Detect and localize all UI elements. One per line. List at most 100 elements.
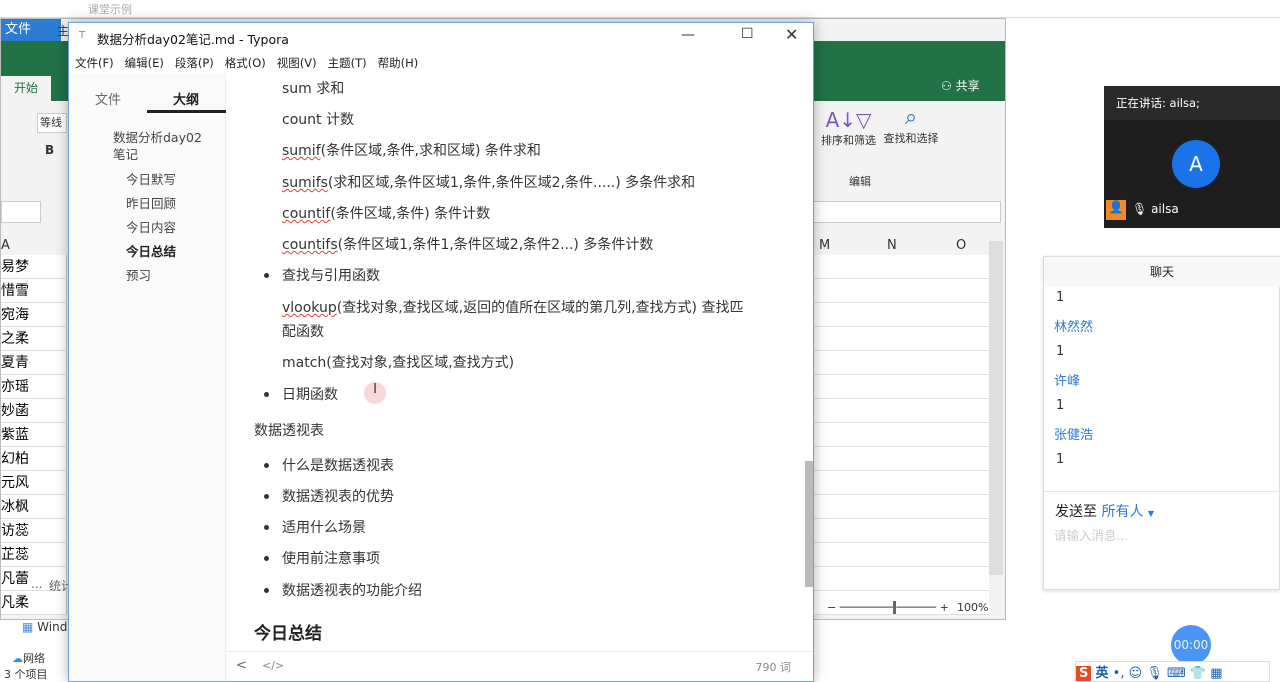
grid-row[interactable]	[813, 303, 989, 327]
grid-row[interactable]	[813, 279, 989, 303]
text-line: countifs(条件区域1,条件1,条件区域2,条件2...) 多条件计数	[282, 237, 654, 253]
list-item: 数据透视表的功能介绍	[282, 583, 422, 599]
minimize-button[interactable]: —	[681, 27, 695, 43]
chat-sender[interactable]: 林然然	[1054, 316, 1093, 335]
grid-row[interactable]	[813, 519, 989, 543]
grid-row[interactable]	[813, 567, 989, 591]
menu-paragraph[interactable]: 段落(P)	[175, 56, 214, 70]
cell[interactable]: 冰枫	[1, 495, 67, 519]
formula-bar[interactable]	[813, 201, 1001, 223]
zoom-slider[interactable]: − ────────|────── +	[827, 601, 949, 614]
emoji-icon[interactable]: ☺	[1129, 666, 1143, 681]
close-button[interactable]: ✕	[785, 25, 798, 44]
sort-filter-button[interactable]: A↓▽ 排序和筛选	[821, 108, 876, 148]
menu-theme[interactable]: 主题(T)	[328, 56, 367, 70]
cell[interactable]: 宛海	[1, 303, 67, 327]
toggle-sidebar-icon[interactable]: <	[236, 658, 247, 673]
chat-panel: 聊天 1 林然然 1 许峰 1 张健浩 1 发送至 所有人 ▼ 请输入消息...	[1043, 256, 1280, 590]
cell[interactable]: 易梦	[1, 255, 67, 279]
maximize-button[interactable]: ☐	[741, 26, 754, 42]
chat-message: 1	[1056, 290, 1065, 305]
heading: 今日总结	[254, 624, 322, 644]
grid-row[interactable]	[813, 375, 989, 399]
cell[interactable]: 紫蓝	[1, 423, 67, 447]
zoom-level[interactable]: 100%	[957, 601, 988, 614]
cell[interactable]: 亦瑶	[1, 375, 67, 399]
grid-row[interactable]	[813, 399, 989, 423]
divider	[1044, 491, 1280, 492]
chat-input[interactable]: 请输入消息...	[1054, 525, 1128, 544]
grid-row[interactable]	[813, 495, 989, 519]
name-box[interactable]	[1, 201, 41, 223]
cell[interactable]: 惜雪	[1, 279, 67, 303]
drive-icon: ▦	[22, 620, 34, 634]
outline-item[interactable]: 预习	[126, 265, 151, 284]
cell[interactable]: 芷蕊	[1, 543, 67, 567]
tab-outline[interactable]: 大纲	[173, 89, 199, 108]
sheet-more-button[interactable]: ...	[31, 577, 42, 591]
font-name-box[interactable]: 等线	[37, 113, 67, 133]
menu-edit[interactable]: 编辑(E)	[125, 56, 164, 70]
cell[interactable]: 访蕊	[1, 519, 67, 543]
text-cursor-icon: I	[364, 382, 386, 404]
menu-help[interactable]: 帮助(H)	[378, 56, 419, 70]
ime-mode[interactable]: 英	[1096, 666, 1109, 681]
text-line: countif(条件区域,条件) 条件计数	[282, 206, 491, 222]
avatar: A	[1172, 140, 1220, 188]
outline-item[interactable]: 今日内容	[126, 217, 176, 236]
cell[interactable]: 之柔	[1, 327, 67, 351]
active-tab-indicator	[147, 110, 226, 113]
grid-row[interactable]	[813, 351, 989, 375]
grid-row[interactable]	[813, 327, 989, 351]
nav-item-network[interactable]: ☁网络	[12, 650, 45, 666]
grid-row[interactable]	[813, 543, 989, 567]
column-header-m[interactable]: M	[819, 238, 830, 253]
text-line: sum 求和	[282, 81, 345, 97]
text-line: match(查找对象,查找区域,查找方式)	[282, 355, 515, 371]
menu-format[interactable]: 格式(O)	[225, 56, 266, 70]
tab-files[interactable]: 文件	[95, 89, 121, 108]
outline-item[interactable]: 数据分析day02笔记	[113, 129, 213, 163]
find-select-button[interactable]: ⌕ 查找和选择	[881, 105, 941, 146]
toolbox-icon[interactable]: ▦	[1210, 666, 1222, 681]
menu-view[interactable]: 视图(V)	[277, 56, 317, 70]
cell[interactable]: 幻柏	[1, 447, 67, 471]
network-icon: ☁	[12, 652, 23, 665]
cell[interactable]: 夏青	[1, 351, 67, 375]
group-label-editing: 编辑	[849, 175, 871, 188]
cell[interactable]: 凡柔	[1, 591, 67, 615]
chat-sender[interactable]: 张健浩	[1054, 424, 1093, 443]
punctuation-icon[interactable]: •,	[1113, 666, 1125, 681]
grid-row[interactable]	[813, 447, 989, 471]
outline-item-active[interactable]: 今日总结	[126, 241, 176, 260]
cell[interactable]: 元风	[1, 471, 67, 495]
column-header-a[interactable]: A	[1, 238, 10, 253]
send-to-dropdown[interactable]: 所有人 ▼	[1101, 504, 1154, 520]
skin-icon[interactable]: 👕	[1190, 666, 1206, 681]
editor-scrollbar[interactable]	[805, 461, 813, 587]
paragraph: 数据透视表	[254, 423, 324, 439]
nav-item-windows[interactable]: ▦ Wind	[22, 620, 67, 634]
chat-sender[interactable]: 许峰	[1054, 370, 1080, 389]
column-header-n[interactable]: N	[887, 238, 897, 253]
grid-row[interactable]	[813, 471, 989, 495]
text-line: vlookup(查找对象,查找区域,返回的值所在区域的第几列,查找方式) 查找匹	[282, 300, 744, 316]
source-code-icon[interactable]: </>	[262, 659, 284, 672]
outline-item[interactable]: 今日默写	[126, 169, 176, 188]
share-button[interactable]: ⚇ 共享	[941, 77, 980, 94]
microphone-icon[interactable]: 🎙	[1146, 666, 1163, 681]
outline-item[interactable]: 昨日回顾	[126, 193, 176, 212]
meeting-timer[interactable]: 00:00	[1171, 625, 1211, 665]
explorer-nav: ▦ Wind ☁网络 3 个项目	[0, 620, 68, 682]
cell[interactable]: 妙菡	[1, 399, 67, 423]
keyboard-icon[interactable]: ⌨	[1167, 666, 1186, 681]
column-header-o[interactable]: O	[956, 238, 966, 253]
excel-vertical-scrollbar[interactable]	[989, 241, 1003, 575]
grid-row[interactable]	[813, 423, 989, 447]
explorer-status: 3 个项目	[4, 668, 48, 681]
excel-home-tab[interactable]: 开始	[1, 76, 51, 101]
bold-button[interactable]: B	[45, 143, 54, 157]
excel-file-tab[interactable]: 文件	[1, 19, 61, 41]
grid-row[interactable]	[813, 255, 989, 279]
menu-file[interactable]: 文件(F)	[75, 56, 114, 70]
